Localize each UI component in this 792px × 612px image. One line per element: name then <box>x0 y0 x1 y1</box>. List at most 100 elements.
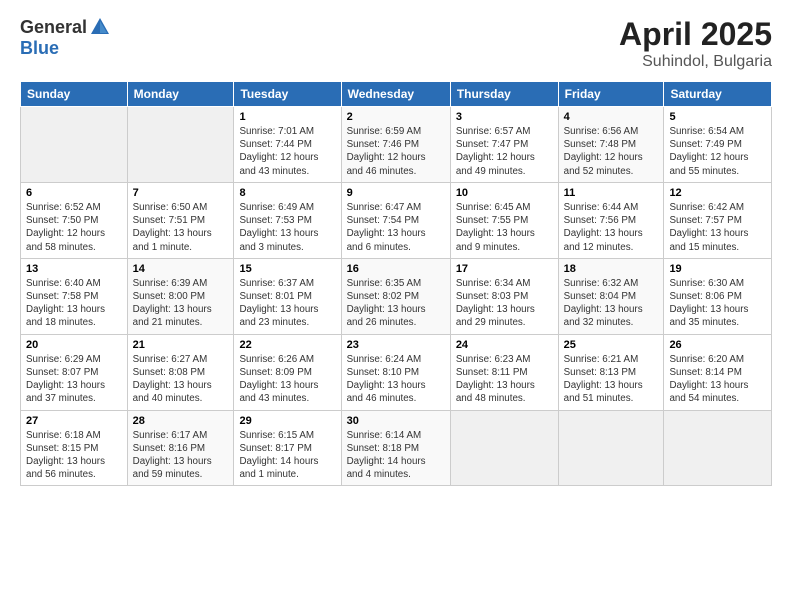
calendar-cell: 14 Sunrise: 6:39 AM Sunset: 8:00 PM Dayli… <box>127 258 234 334</box>
day-info: Sunrise: 6:42 AM Sunset: 7:57 PM Dayligh… <box>669 201 766 254</box>
day-number: 19 <box>669 263 766 275</box>
day-number: 8 <box>239 187 335 199</box>
calendar-cell: 13Sunrise: 6:40 AM Sunset: 7:58 PM Dayli… <box>21 258 128 334</box>
calendar-cell <box>127 107 234 183</box>
day-number: 20 <box>26 339 122 351</box>
calendar-cell: 4 Sunrise: 6:56 AM Sunset: 7:48 PM Daylig… <box>558 107 664 183</box>
day-info: Sunrise: 6:15 AM Sunset: 8:17 PM Dayligh… <box>239 429 335 482</box>
day-info: Sunrise: 6:57 AM Sunset: 7:47 PM Dayligh… <box>456 125 553 178</box>
calendar-cell: 10 Sunrise: 6:45 AM Sunset: 7:55 PM Dayli… <box>450 182 558 258</box>
day-info: Sunrise: 6:27 AM Sunset: 8:08 PM Dayligh… <box>133 353 229 406</box>
calendar-cell: 6 Sunrise: 6:52 AM Sunset: 7:50 PM Daylig… <box>21 182 128 258</box>
day-info: Sunrise: 6:26 AM Sunset: 8:09 PM Dayligh… <box>239 353 335 406</box>
day-number: 2 <box>347 111 445 123</box>
calendar-cell: 25 Sunrise: 6:21 AM Sunset: 8:13 PM Dayli… <box>558 334 664 410</box>
calendar-row: 6 Sunrise: 6:52 AM Sunset: 7:50 PM Daylig… <box>21 182 772 258</box>
calendar-cell: 22 Sunrise: 6:26 AM Sunset: 8:09 PM Dayli… <box>234 334 341 410</box>
day-info: Sunrise: 6:44 AM Sunset: 7:56 PM Dayligh… <box>564 201 659 254</box>
calendar-row: 13Sunrise: 6:40 AM Sunset: 7:58 PM Dayli… <box>21 258 772 334</box>
calendar-location: Suhindol, Bulgaria <box>619 53 772 71</box>
day-number: 10 <box>456 187 553 199</box>
calendar-cell: 16 Sunrise: 6:35 AM Sunset: 8:02 PM Dayli… <box>341 258 450 334</box>
day-number: 5 <box>669 111 766 123</box>
calendar-cell: 18 Sunrise: 6:32 AM Sunset: 8:04 PM Dayli… <box>558 258 664 334</box>
day-number: 3 <box>456 111 553 123</box>
logo-icon <box>89 16 111 38</box>
calendar-cell: 9 Sunrise: 6:47 AM Sunset: 7:54 PM Daylig… <box>341 182 450 258</box>
day-info: Sunrise: 6:54 AM Sunset: 7:49 PM Dayligh… <box>669 125 766 178</box>
calendar-cell: 20Sunrise: 6:29 AM Sunset: 8:07 PM Dayli… <box>21 334 128 410</box>
day-info: Sunrise: 6:17 AM Sunset: 8:16 PM Dayligh… <box>133 429 229 482</box>
calendar-cell: 1Sunrise: 7:01 AM Sunset: 7:44 PM Daylig… <box>234 107 341 183</box>
col-header-thursday: Thursday <box>450 82 558 107</box>
day-info: Sunrise: 6:20 AM Sunset: 8:14 PM Dayligh… <box>669 353 766 406</box>
day-info: Sunrise: 6:39 AM Sunset: 8:00 PM Dayligh… <box>133 277 229 330</box>
day-info: Sunrise: 6:56 AM Sunset: 7:48 PM Dayligh… <box>564 125 659 178</box>
calendar-row: 1Sunrise: 7:01 AM Sunset: 7:44 PM Daylig… <box>21 107 772 183</box>
calendar-cell <box>664 410 772 486</box>
day-info: Sunrise: 6:21 AM Sunset: 8:13 PM Dayligh… <box>564 353 659 406</box>
day-info: Sunrise: 6:45 AM Sunset: 7:55 PM Dayligh… <box>456 201 553 254</box>
col-header-friday: Friday <box>558 82 664 107</box>
logo-general: General <box>20 17 87 38</box>
day-info: Sunrise: 6:50 AM Sunset: 7:51 PM Dayligh… <box>133 201 229 254</box>
day-number: 22 <box>239 339 335 351</box>
day-number: 29 <box>239 415 335 427</box>
day-number: 24 <box>456 339 553 351</box>
day-number: 28 <box>133 415 229 427</box>
day-number: 9 <box>347 187 445 199</box>
day-number: 17 <box>456 263 553 275</box>
day-number: 11 <box>564 187 659 199</box>
calendar-row: 20Sunrise: 6:29 AM Sunset: 8:07 PM Dayli… <box>21 334 772 410</box>
day-info: Sunrise: 6:18 AM Sunset: 8:15 PM Dayligh… <box>26 429 122 482</box>
day-info: Sunrise: 6:14 AM Sunset: 8:18 PM Dayligh… <box>347 429 445 482</box>
day-number: 18 <box>564 263 659 275</box>
calendar-cell: 8 Sunrise: 6:49 AM Sunset: 7:53 PM Daylig… <box>234 182 341 258</box>
day-info: Sunrise: 6:32 AM Sunset: 8:04 PM Dayligh… <box>564 277 659 330</box>
day-number: 21 <box>133 339 229 351</box>
day-info: Sunrise: 6:24 AM Sunset: 8:10 PM Dayligh… <box>347 353 445 406</box>
col-header-tuesday: Tuesday <box>234 82 341 107</box>
calendar-cell: 24 Sunrise: 6:23 AM Sunset: 8:11 PM Dayli… <box>450 334 558 410</box>
calendar-cell: 19Sunrise: 6:30 AM Sunset: 8:06 PM Dayli… <box>664 258 772 334</box>
day-info: Sunrise: 6:23 AM Sunset: 8:11 PM Dayligh… <box>456 353 553 406</box>
logo: General Blue <box>20 16 113 59</box>
calendar-cell: 21 Sunrise: 6:27 AM Sunset: 8:08 PM Dayli… <box>127 334 234 410</box>
day-info: Sunrise: 7:01 AM Sunset: 7:44 PM Dayligh… <box>239 125 335 178</box>
calendar-cell: 2Sunrise: 6:59 AM Sunset: 7:46 PM Daylig… <box>341 107 450 183</box>
day-info: Sunrise: 6:35 AM Sunset: 8:02 PM Dayligh… <box>347 277 445 330</box>
calendar-cell: 27Sunrise: 6:18 AM Sunset: 8:15 PM Dayli… <box>21 410 128 486</box>
col-header-monday: Monday <box>127 82 234 107</box>
calendar-cell: 23 Sunrise: 6:24 AM Sunset: 8:10 PM Dayli… <box>341 334 450 410</box>
calendar-cell: 12 Sunrise: 6:42 AM Sunset: 7:57 PM Dayli… <box>664 182 772 258</box>
col-header-saturday: Saturday <box>664 82 772 107</box>
calendar-cell: 3 Sunrise: 6:57 AM Sunset: 7:47 PM Daylig… <box>450 107 558 183</box>
calendar-cell <box>450 410 558 486</box>
calendar-cell: 15Sunrise: 6:37 AM Sunset: 8:01 PM Dayli… <box>234 258 341 334</box>
day-number: 7 <box>133 187 229 199</box>
day-info: Sunrise: 6:49 AM Sunset: 7:53 PM Dayligh… <box>239 201 335 254</box>
calendar-cell: 17 Sunrise: 6:34 AM Sunset: 8:03 PM Dayli… <box>450 258 558 334</box>
day-number: 30 <box>347 415 445 427</box>
day-info: Sunrise: 6:40 AM Sunset: 7:58 PM Dayligh… <box>26 277 122 330</box>
calendar-cell: 7 Sunrise: 6:50 AM Sunset: 7:51 PM Daylig… <box>127 182 234 258</box>
day-number: 15 <box>239 263 335 275</box>
col-header-wednesday: Wednesday <box>341 82 450 107</box>
col-header-sunday: Sunday <box>21 82 128 107</box>
day-number: 25 <box>564 339 659 351</box>
day-number: 4 <box>564 111 659 123</box>
day-info: Sunrise: 6:47 AM Sunset: 7:54 PM Dayligh… <box>347 201 445 254</box>
title-area: April 2025 Suhindol, Bulgaria <box>619 16 772 71</box>
calendar-cell: 26Sunrise: 6:20 AM Sunset: 8:14 PM Dayli… <box>664 334 772 410</box>
day-number: 23 <box>347 339 445 351</box>
day-info: Sunrise: 6:52 AM Sunset: 7:50 PM Dayligh… <box>26 201 122 254</box>
calendar-cell: 28 Sunrise: 6:17 AM Sunset: 8:16 PM Dayli… <box>127 410 234 486</box>
day-number: 12 <box>669 187 766 199</box>
day-info: Sunrise: 6:34 AM Sunset: 8:03 PM Dayligh… <box>456 277 553 330</box>
day-number: 14 <box>133 263 229 275</box>
day-number: 6 <box>26 187 122 199</box>
calendar-header-row: SundayMondayTuesdayWednesdayThursdayFrid… <box>21 82 772 107</box>
calendar-cell: 30 Sunrise: 6:14 AM Sunset: 8:18 PM Dayli… <box>341 410 450 486</box>
calendar-cell: 11 Sunrise: 6:44 AM Sunset: 7:56 PM Dayli… <box>558 182 664 258</box>
day-number: 16 <box>347 263 445 275</box>
